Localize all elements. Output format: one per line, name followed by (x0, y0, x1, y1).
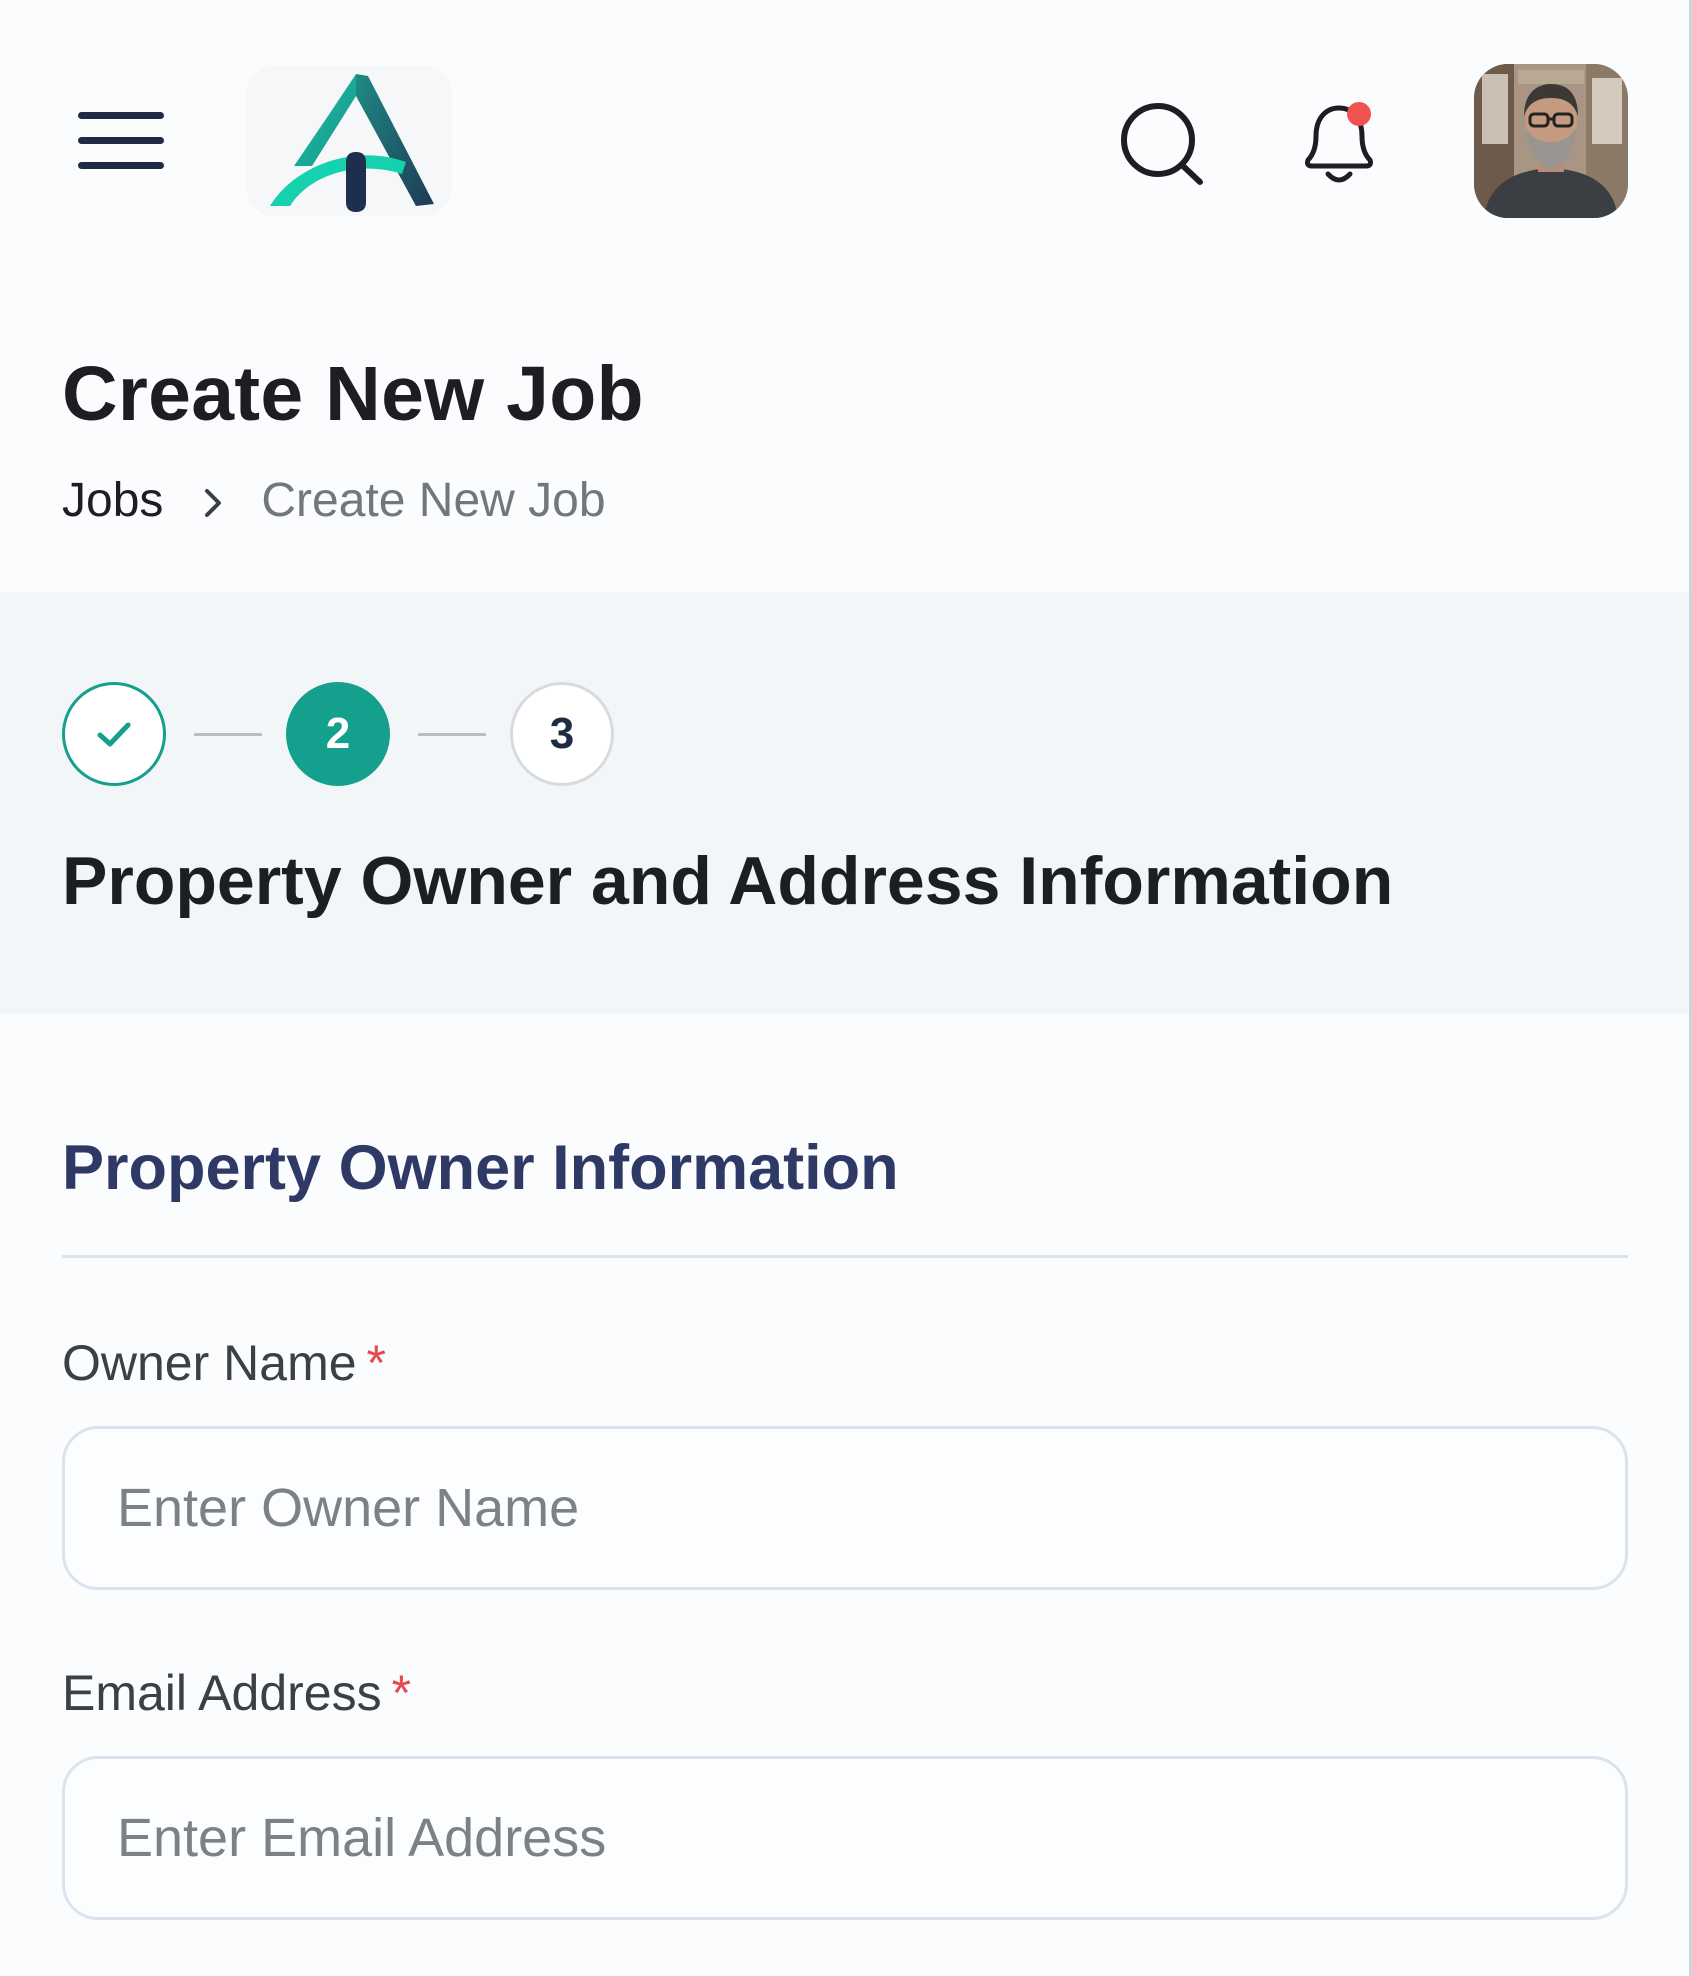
email-address-input[interactable] (62, 1756, 1628, 1920)
notification-dot (1347, 102, 1371, 126)
user-avatar[interactable] (1474, 64, 1628, 218)
brand-logo[interactable] (246, 66, 452, 216)
hamburger-menu-icon[interactable] (74, 108, 168, 174)
required-asterisk: * (391, 1665, 412, 1721)
owner-name-label-text: Owner Name (62, 1335, 357, 1391)
top-bar (0, 0, 1689, 250)
stepper-panel: 2 3 Property Owner and Address Informati… (0, 592, 1689, 1014)
required-asterisk: * (366, 1335, 386, 1391)
current-step-title: Property Owner and Address Information (62, 843, 1394, 919)
menu-bar (78, 137, 164, 144)
search-icon[interactable] (1118, 98, 1208, 188)
step-3-pending[interactable]: 3 (510, 682, 614, 786)
owner-name-label: Owner Name * (62, 1334, 386, 1392)
check-icon (97, 722, 131, 747)
breadcrumb-current: Create New Job (261, 473, 606, 527)
bell-icon[interactable] (1296, 96, 1382, 190)
step-2-active[interactable]: 2 (286, 682, 390, 786)
email-address-label: Email Address * (62, 1664, 411, 1722)
menu-bar (78, 162, 164, 169)
email-address-label-text: Email Address (62, 1665, 382, 1721)
menu-bar (78, 112, 164, 119)
section-title: Property Owner Information (62, 1133, 899, 1203)
page-title: Create New Job (62, 351, 644, 437)
owner-name-input[interactable] (62, 1426, 1628, 1590)
step-1-completed[interactable] (62, 682, 166, 786)
brand-logo-icon (270, 74, 434, 212)
breadcrumb-link-jobs[interactable]: Jobs (62, 473, 163, 528)
section-divider (62, 1255, 1628, 1258)
step-connector (194, 733, 262, 736)
create-job-page: Create New Job Jobs Create New Job 2 3 P… (0, 0, 1692, 1976)
step-connector (418, 733, 486, 736)
breadcrumb: Jobs Create New Job (62, 470, 606, 530)
chevron-right-icon (193, 480, 233, 520)
